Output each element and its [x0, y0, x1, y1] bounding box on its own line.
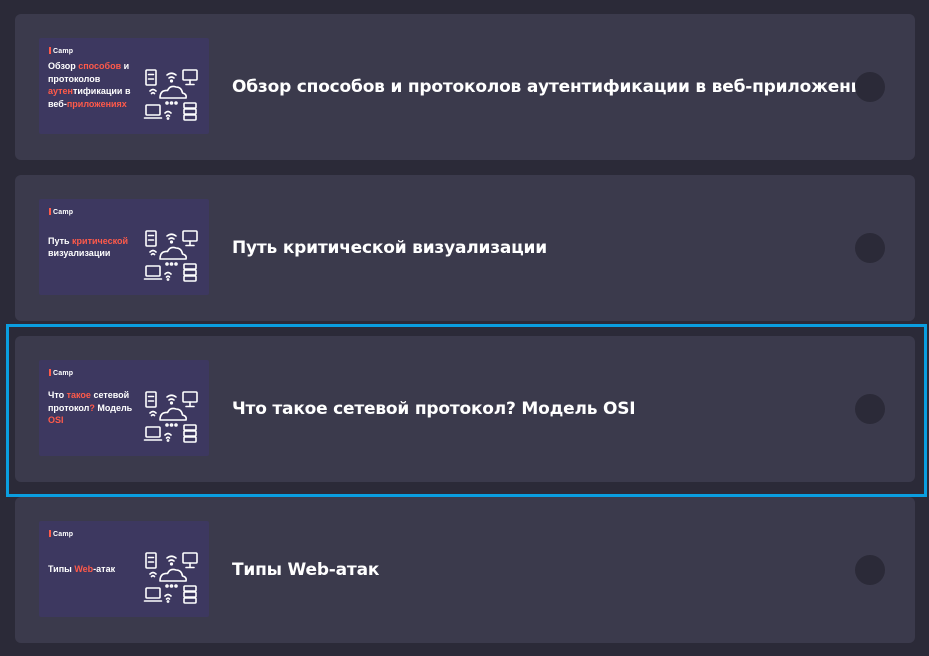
status-circle-icon	[855, 233, 885, 263]
network-devices-cloud-icon	[143, 230, 198, 282]
thumbnail-text: Путь критической визуализации	[48, 235, 129, 259]
status-circle-icon	[855, 72, 885, 102]
lesson-thumbnail: Camp Обзор способов и протоколов аутенти…	[39, 38, 209, 134]
thumbnail-text: Типы Web-атак	[48, 563, 116, 574]
lesson-card[interactable]: Camp Обзор способов и протоколов аутенти…	[15, 14, 915, 160]
lesson-title[interactable]: Что такое сетевой протокол? Модель OSI	[232, 336, 636, 482]
lesson-title[interactable]: Путь критической визуализации	[232, 175, 547, 321]
lesson-list: Camp Обзор способов и протоколов аутенти…	[0, 0, 929, 656]
brand-logo: Camp	[49, 47, 73, 55]
lesson-title[interactable]: Обзор способов и протоколов аутентификац…	[232, 14, 884, 160]
network-devices-cloud-icon	[143, 552, 198, 604]
lesson-card-selected[interactable]: Camp Что такое сетевой протокол? Модель …	[15, 336, 915, 482]
network-devices-cloud-icon	[143, 391, 198, 443]
status-circle-icon	[855, 394, 885, 424]
lesson-card[interactable]: Camp Типы Web-атак Типы Web-атак	[15, 497, 915, 643]
thumbnail-text: Обзор способов и протоколов аутентификац…	[48, 61, 131, 109]
lesson-thumbnail: Camp Что такое сетевой протокол? Модель …	[39, 360, 209, 456]
lesson-thumbnail: Camp Типы Web-атак	[39, 521, 209, 617]
network-devices-cloud-icon	[143, 69, 198, 121]
lesson-card[interactable]: Camp Путь критической визуализации Путь …	[15, 175, 915, 321]
status-circle-icon	[855, 555, 885, 585]
thumbnail-text: Что такое сетевой протокол? Модель OSI	[48, 390, 133, 426]
lesson-thumbnail: Camp Путь критической визуализации	[39, 199, 209, 295]
lesson-title[interactable]: Типы Web-атак	[232, 497, 379, 643]
